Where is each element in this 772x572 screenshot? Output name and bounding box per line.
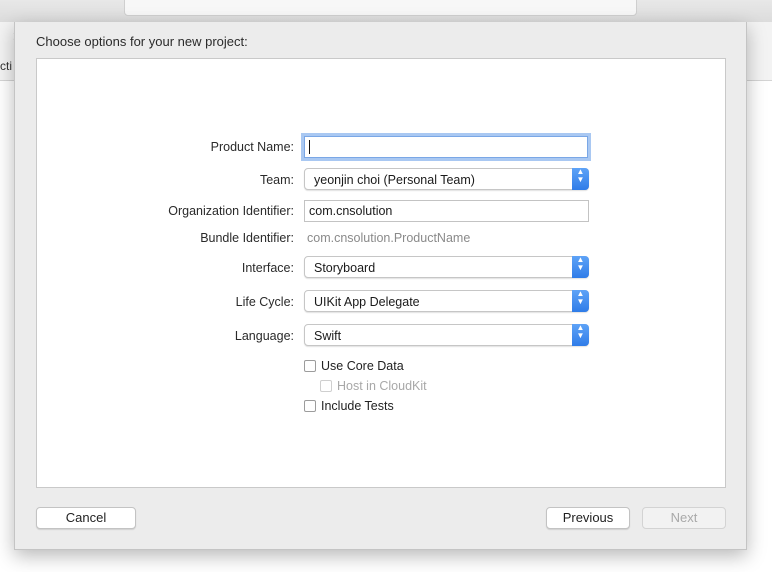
- interface-label: Interface:: [241, 261, 294, 275]
- host-in-cloudkit-label: Host in CloudKit: [337, 379, 427, 393]
- organization-identifier-wrapper: [304, 200, 589, 222]
- include-tests-checkbox[interactable]: Include Tests: [304, 399, 394, 413]
- host-in-cloudkit-checkbox: Host in CloudKit: [320, 379, 427, 393]
- new-project-options-sheet: Choose options for your new project: Pro…: [14, 22, 747, 550]
- next-button: Next: [642, 507, 726, 529]
- team-label: Team:: [259, 173, 294, 187]
- product-name-label: Product Name:: [210, 140, 294, 154]
- product-name-field-wrapper: [304, 136, 588, 158]
- chevron-up-down-icon: ▲ ▼: [572, 324, 589, 346]
- text-cursor: [309, 140, 310, 154]
- use-core-data-checkbox[interactable]: Use Core Data: [304, 359, 404, 373]
- life-cycle-label: Life Cycle:: [235, 295, 294, 309]
- interface-select[interactable]: Storyboard ▲ ▼: [304, 256, 589, 278]
- life-cycle-select[interactable]: UIKit App Delegate ▲ ▼: [304, 290, 589, 312]
- include-tests-label: Include Tests: [321, 399, 394, 413]
- previous-button[interactable]: Previous: [546, 507, 630, 529]
- cancel-button[interactable]: Cancel: [36, 507, 136, 529]
- team-value: yeonjin choi (Personal Team): [314, 173, 475, 187]
- checkbox-box: [304, 360, 316, 372]
- checkbox-box: [320, 380, 332, 392]
- bundle-identifier-label: Bundle Identifier:: [200, 231, 294, 245]
- chevron-up-down-icon: ▲ ▼: [572, 168, 589, 190]
- team-select[interactable]: yeonjin choi (Personal Team) ▲ ▼: [304, 168, 589, 190]
- language-label: Language:: [234, 329, 294, 343]
- chevron-up-down-icon: ▲ ▼: [572, 290, 589, 312]
- background-sidebar-text: cti: [0, 59, 12, 73]
- language-select[interactable]: Swift ▲ ▼: [304, 324, 589, 346]
- interface-value: Storyboard: [314, 261, 376, 275]
- organization-identifier-label: Organization Identifier:: [168, 204, 294, 218]
- checkbox-box: [304, 400, 316, 412]
- use-core-data-label: Use Core Data: [321, 359, 404, 373]
- sheet-title: Choose options for your new project:: [36, 34, 248, 49]
- product-name-input[interactable]: [304, 136, 588, 158]
- options-panel: Product Name: Team: yeonjin choi (Person…: [36, 58, 726, 488]
- background-title-field: [124, 0, 637, 16]
- chevron-up-down-icon: ▲ ▼: [572, 256, 589, 278]
- bundle-identifier-value: com.cnsolution.ProductName: [307, 231, 471, 245]
- organization-identifier-input[interactable]: [304, 200, 589, 222]
- language-value: Swift: [314, 329, 342, 343]
- life-cycle-value: UIKit App Delegate: [314, 295, 420, 309]
